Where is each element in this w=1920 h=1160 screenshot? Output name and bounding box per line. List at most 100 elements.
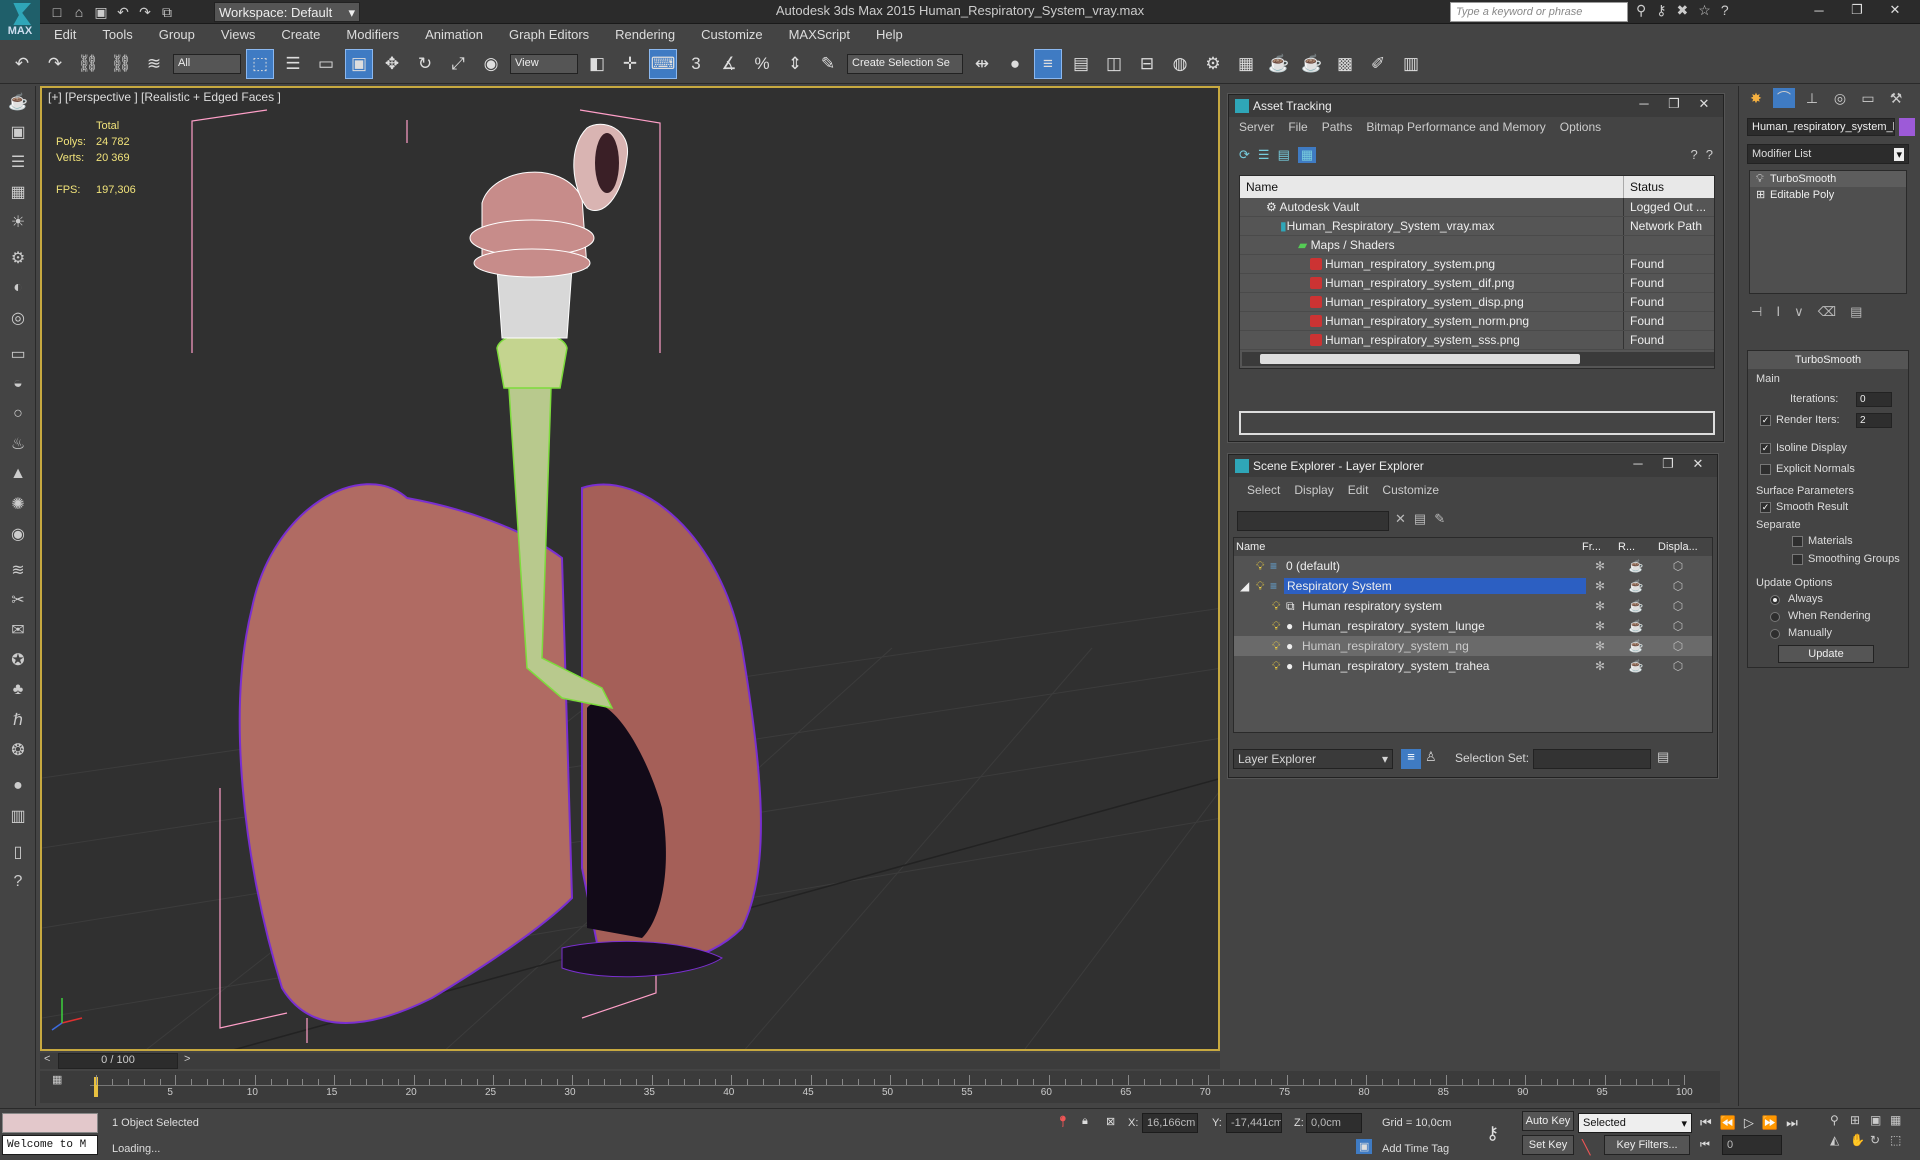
zoom-extents-icon[interactable]: ▣ xyxy=(1870,1113,1890,1127)
select-by-name-icon[interactable]: ☰ xyxy=(279,49,307,79)
envelope-icon[interactable]: ✉ xyxy=(6,618,30,642)
new-layer-icon[interactable]: ▤ xyxy=(1414,511,1426,527)
render-teapot-icon[interactable]: ☕ xyxy=(1626,579,1646,593)
column-display[interactable]: Displa... xyxy=(1658,541,1698,553)
orbit-icon[interactable]: ↻ xyxy=(1870,1133,1890,1147)
render-teapot-icon[interactable]: ☕ xyxy=(1626,659,1646,673)
globe-icon[interactable]: ✪ xyxy=(6,648,30,672)
rotate-icon[interactable]: ↻ xyxy=(411,49,439,79)
open-file-icon[interactable]: ⌂ xyxy=(70,3,88,21)
materials-checkbox[interactable] xyxy=(1792,536,1803,547)
close-icon[interactable]: ✕ xyxy=(1876,0,1914,20)
pan-icon[interactable]: ✋ xyxy=(1850,1133,1870,1147)
previous-frame-icon[interactable]: ⏪ xyxy=(1720,1115,1736,1131)
time-tag-icon[interactable]: ▣ xyxy=(1356,1139,1373,1154)
freeze-icon[interactable]: ✻ xyxy=(1590,599,1610,613)
pencil-icon[interactable]: ✐ xyxy=(1364,49,1392,79)
render-teapot-icon[interactable]: ☕ xyxy=(1626,599,1646,613)
light-icon[interactable]: ☀ xyxy=(6,210,30,234)
current-frame-field[interactable]: 0 xyxy=(1722,1135,1782,1155)
object-name-field[interactable]: Human_respiratory_system_l xyxy=(1747,118,1895,136)
teapot-small-icon[interactable]: ♨ xyxy=(6,432,30,456)
render-teapot-icon[interactable]: ☕ xyxy=(1626,559,1646,573)
command-panel-toggle-icon[interactable]: ▥ xyxy=(1397,49,1425,79)
iterations-spinner[interactable]: 0 xyxy=(1856,392,1892,407)
curve-editor-mini-icon[interactable]: ▦ xyxy=(52,1073,62,1086)
display-box-icon[interactable]: ⬡ xyxy=(1668,599,1688,613)
cylinder-icon[interactable]: ▯ xyxy=(6,840,30,864)
hair-icon[interactable]: ℏ xyxy=(6,708,30,732)
update-button[interactable]: Update xyxy=(1778,645,1874,663)
menu-edit[interactable]: Edit xyxy=(1348,483,1369,497)
keyboard-shortcut-icon[interactable]: ⌨ xyxy=(649,48,677,79)
menu-bitmap-performance[interactable]: Bitmap Performance and Memory xyxy=(1366,120,1545,134)
stack-item-editable-poly[interactable]: ⊞ Editable Poly xyxy=(1750,187,1906,203)
remove-modifier-icon[interactable]: ⌫ xyxy=(1818,304,1836,320)
lookup-icon[interactable]: ▥ xyxy=(6,804,30,828)
maximize-icon[interactable]: ❐ xyxy=(1838,0,1876,20)
freeze-icon[interactable]: ✻ xyxy=(1590,639,1610,653)
table-row[interactable]: ⚙ Autodesk Vault Logged Out ... xyxy=(1240,198,1714,217)
column-status[interactable]: Status xyxy=(1624,176,1670,198)
when-rendering-radio[interactable] xyxy=(1770,612,1780,622)
schematic-view-icon[interactable]: ⊟ xyxy=(1133,49,1161,79)
expand-arrow-icon[interactable]: ◢ xyxy=(1240,579,1249,593)
add-to-layer-icon[interactable]: ✎ xyxy=(1434,511,1445,527)
column-freeze[interactable]: Fr... xyxy=(1582,541,1601,553)
binoculars-icon[interactable]: ⚲ xyxy=(1636,2,1646,19)
table-row[interactable]: ▮Human_Respiratory_System_vray.max Networ… xyxy=(1240,217,1714,236)
align-icon[interactable]: ● xyxy=(1001,49,1029,79)
lightbulb-icon[interactable]: 💡︎ xyxy=(1756,171,1764,187)
y-coordinate-field[interactable]: -17,441cm xyxy=(1226,1113,1282,1133)
asset-tracking-titlebar[interactable]: Asset Tracking ─ ❐ ✕ xyxy=(1229,95,1723,117)
undo-icon[interactable]: ↶ xyxy=(114,3,132,21)
hierarchy-icon[interactable]: ♙ xyxy=(1425,749,1445,765)
hierarchy-tab-icon[interactable]: ⊥ xyxy=(1801,88,1823,108)
named-selection-sets[interactable]: Create Selection Se xyxy=(847,53,963,74)
scale-icon[interactable]: ⤢ xyxy=(444,49,472,79)
selection-set-dropdown[interactable] xyxy=(1533,749,1651,769)
box-icon[interactable]: ▭ xyxy=(6,342,30,366)
layers-toggle-icon[interactable]: ≡ xyxy=(1401,749,1421,769)
menu-edit[interactable]: Edit xyxy=(54,27,76,42)
undo-icon[interactable]: ↶ xyxy=(8,49,36,79)
maxscript-listener-pink[interactable] xyxy=(2,1113,98,1133)
layer-row[interactable]: 💡︎ ● Human_respiratory_system_trahea ✻ ☕ ⬡ xyxy=(1234,656,1712,676)
render-iters-checkbox[interactable]: ✓ xyxy=(1760,415,1771,426)
ref-coord-dropdown[interactable]: View xyxy=(510,53,578,74)
tree-view-icon[interactable]: ▤ xyxy=(1278,147,1290,163)
set-key-button[interactable]: Set Key xyxy=(1522,1135,1574,1155)
move-icon[interactable]: ✥ xyxy=(378,49,406,79)
lightbulb-icon[interactable]: 💡︎ xyxy=(1272,639,1280,654)
layer-row[interactable]: 💡︎ ● Human_respiratory_system_ng ✻ ☕ ⬡ xyxy=(1234,636,1712,656)
curve-editor-icon[interactable]: ◫ xyxy=(1100,49,1128,79)
select-object-icon[interactable]: ⬚ xyxy=(246,48,274,79)
rect-selection-icon[interactable]: ▭ xyxy=(312,49,340,79)
rendered-frame-icon[interactable]: ▦ xyxy=(1232,49,1260,79)
angle-snap-icon[interactable]: ∡ xyxy=(715,49,743,79)
render-teapot-icon[interactable]: ☕ xyxy=(1626,639,1646,653)
zoom-extents-all-icon[interactable]: ▦ xyxy=(1890,1113,1910,1127)
play-icon[interactable]: ▷ xyxy=(1744,1115,1754,1131)
maximize-icon[interactable]: ❐ xyxy=(1659,96,1689,112)
viewport-label[interactable]: [+] [Perspective ] [Realistic + Edged Fa… xyxy=(48,90,281,104)
isolate-icon[interactable]: 📍︎ xyxy=(1056,1115,1070,1128)
horizontal-scrollbar[interactable] xyxy=(1242,352,1714,366)
question-icon[interactable]: ? xyxy=(6,870,30,894)
manually-radio[interactable] xyxy=(1770,629,1780,639)
menu-maxscript[interactable]: MAXScript xyxy=(789,27,850,42)
clear-icon[interactable]: ✕ xyxy=(1395,511,1406,527)
cloth-icon[interactable]: ✂ xyxy=(6,588,30,612)
manage-sets-icon[interactable]: ▤ xyxy=(1657,749,1669,765)
prev-frame-icon[interactable]: < xyxy=(44,1053,50,1065)
unlink-icon[interactable]: ⛓ xyxy=(107,49,135,79)
menu-options[interactable]: Options xyxy=(1560,120,1601,134)
zoom-icon[interactable]: ⚲ xyxy=(1830,1113,1850,1127)
redo-icon[interactable]: ↷ xyxy=(41,49,69,79)
track-bar[interactable]: ▦ 5 10 15 20 25 30 35 40 45 50 55 60 65 70 75 80 85 90 95 1… xyxy=(40,1071,1720,1103)
table-row[interactable]: ▰ Maps / Shaders xyxy=(1240,236,1714,255)
column-name[interactable]: Name xyxy=(1240,176,1624,198)
select-manipulate-icon[interactable]: ✛ xyxy=(616,49,644,79)
lightbulb-icon[interactable]: 💡︎ xyxy=(1272,599,1280,614)
display-box-icon[interactable]: ⬡ xyxy=(1668,579,1688,593)
